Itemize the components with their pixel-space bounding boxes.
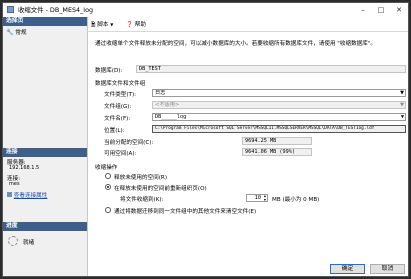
progress-status: 就绪	[23, 240, 35, 246]
files-section-title: 数据库文件和文件组	[95, 81, 146, 87]
location-label: 位置(L):	[104, 128, 125, 134]
file-type-select[interactable]: 日志 ▼	[152, 89, 406, 97]
wrench-icon: 🔧	[6, 29, 14, 36]
file-group-select: <不适用> ▼	[152, 101, 406, 109]
chevron-down-icon: ▼	[400, 114, 404, 120]
ok-button[interactable]: 确定	[330, 264, 365, 274]
help-button[interactable]: ❓ 帮助	[126, 20, 146, 28]
empty-file-label: 通过将数据迁移到同一文件组中的其他文件来清空文件(E)	[114, 209, 257, 215]
shrink-to-input[interactable]: 10 ▲ ▼	[246, 194, 268, 202]
toolbar: 🗎 脚本 ▼ ❓ 帮助	[88, 17, 408, 32]
file-group-label: 文件组(G):	[104, 104, 132, 110]
file-name-label: 文件名(F):	[104, 116, 131, 122]
help-icon: ❓	[126, 22, 133, 28]
maximize-button[interactable]: □	[372, 3, 390, 17]
sidebar-item-label: 常规	[15, 30, 27, 36]
reorganize-radio[interactable]	[105, 184, 111, 190]
shrink-section-title: 收缩操作	[95, 165, 118, 171]
shrink-to-unit: MB (最小为 0 MB)	[272, 197, 320, 203]
sidebar-item-general[interactable]: 🔧 常规	[6, 28, 26, 36]
title-bar: 收缩文件 - DB_MES4_log – □ ✕	[3, 3, 408, 17]
release-unused-radio[interactable]	[105, 173, 111, 179]
shrink-to-label: 将文件收缩到(K):	[120, 197, 164, 203]
script-button[interactable]: 🗎 脚本 ▼	[91, 20, 113, 30]
free-space-label: 可用空间(A):	[104, 151, 137, 157]
properties-icon	[7, 192, 12, 197]
database-field: DB_TEST	[136, 65, 406, 73]
cancel-button[interactable]: 取消	[370, 264, 405, 274]
main-panel: 🗎 脚本 ▼ ❓ 帮助 通过收缩单个文件释放未分配的空间，可以减小数据库的大小。…	[88, 17, 408, 276]
chevron-down-icon: ▼	[400, 90, 404, 96]
close-button[interactable]: ✕	[390, 3, 408, 17]
dialog-window: 收缩文件 - DB_MES4_log – □ ✕ 选择页 🔧 常规 连接 服务器…	[2, 2, 409, 277]
server-value: 192.168.1.5	[9, 165, 40, 171]
free-space-value: 9641.06 MB (99%)	[242, 148, 312, 156]
allocated-label: 当前分配的空间(C):	[104, 140, 154, 146]
app-icon	[7, 6, 14, 13]
allocated-value: 9694.25 MB	[242, 137, 312, 145]
database-label: 数据库(D):	[95, 68, 123, 74]
window-title: 收缩文件 - DB_MES4_log	[18, 6, 94, 14]
minimize-button[interactable]: –	[354, 3, 372, 17]
chevron-down-icon: ▼	[400, 102, 404, 108]
empty-file-radio[interactable]	[105, 207, 111, 213]
description-text: 通过收缩单个文件释放未分配的空间，可以减小数据库的大小。若要收缩所有数据库文件，…	[95, 41, 377, 47]
chevron-down-icon: ▼	[110, 22, 114, 27]
select-page-header: 选择页	[3, 17, 87, 26]
script-icon: 🗎	[91, 22, 96, 28]
spin-arrows-icon: ▲ ▼	[263, 194, 266, 202]
file-type-label: 文件类型(T):	[104, 92, 137, 98]
progress-header: 进度	[3, 222, 87, 231]
view-connection-properties-link[interactable]: 查看连接属性	[7, 191, 47, 199]
reorganize-label: 在释放未使用的空间前重新组织页(O)	[114, 186, 207, 192]
location-field[interactable]: C:\Program Files\Microsoft SQL Server\MS…	[152, 125, 406, 133]
connection-header: 连接	[3, 148, 87, 157]
progress-spinner-icon	[8, 236, 18, 246]
file-name-select[interactable]: DB_____log ▼	[152, 113, 406, 121]
release-unused-label: 释放未使用的空间(R)	[114, 175, 168, 181]
connection-value: mes	[9, 181, 20, 187]
sidebar: 选择页 🔧 常规 连接 服务器: 192.168.1.5 连接: mes 查看连…	[3, 17, 88, 276]
